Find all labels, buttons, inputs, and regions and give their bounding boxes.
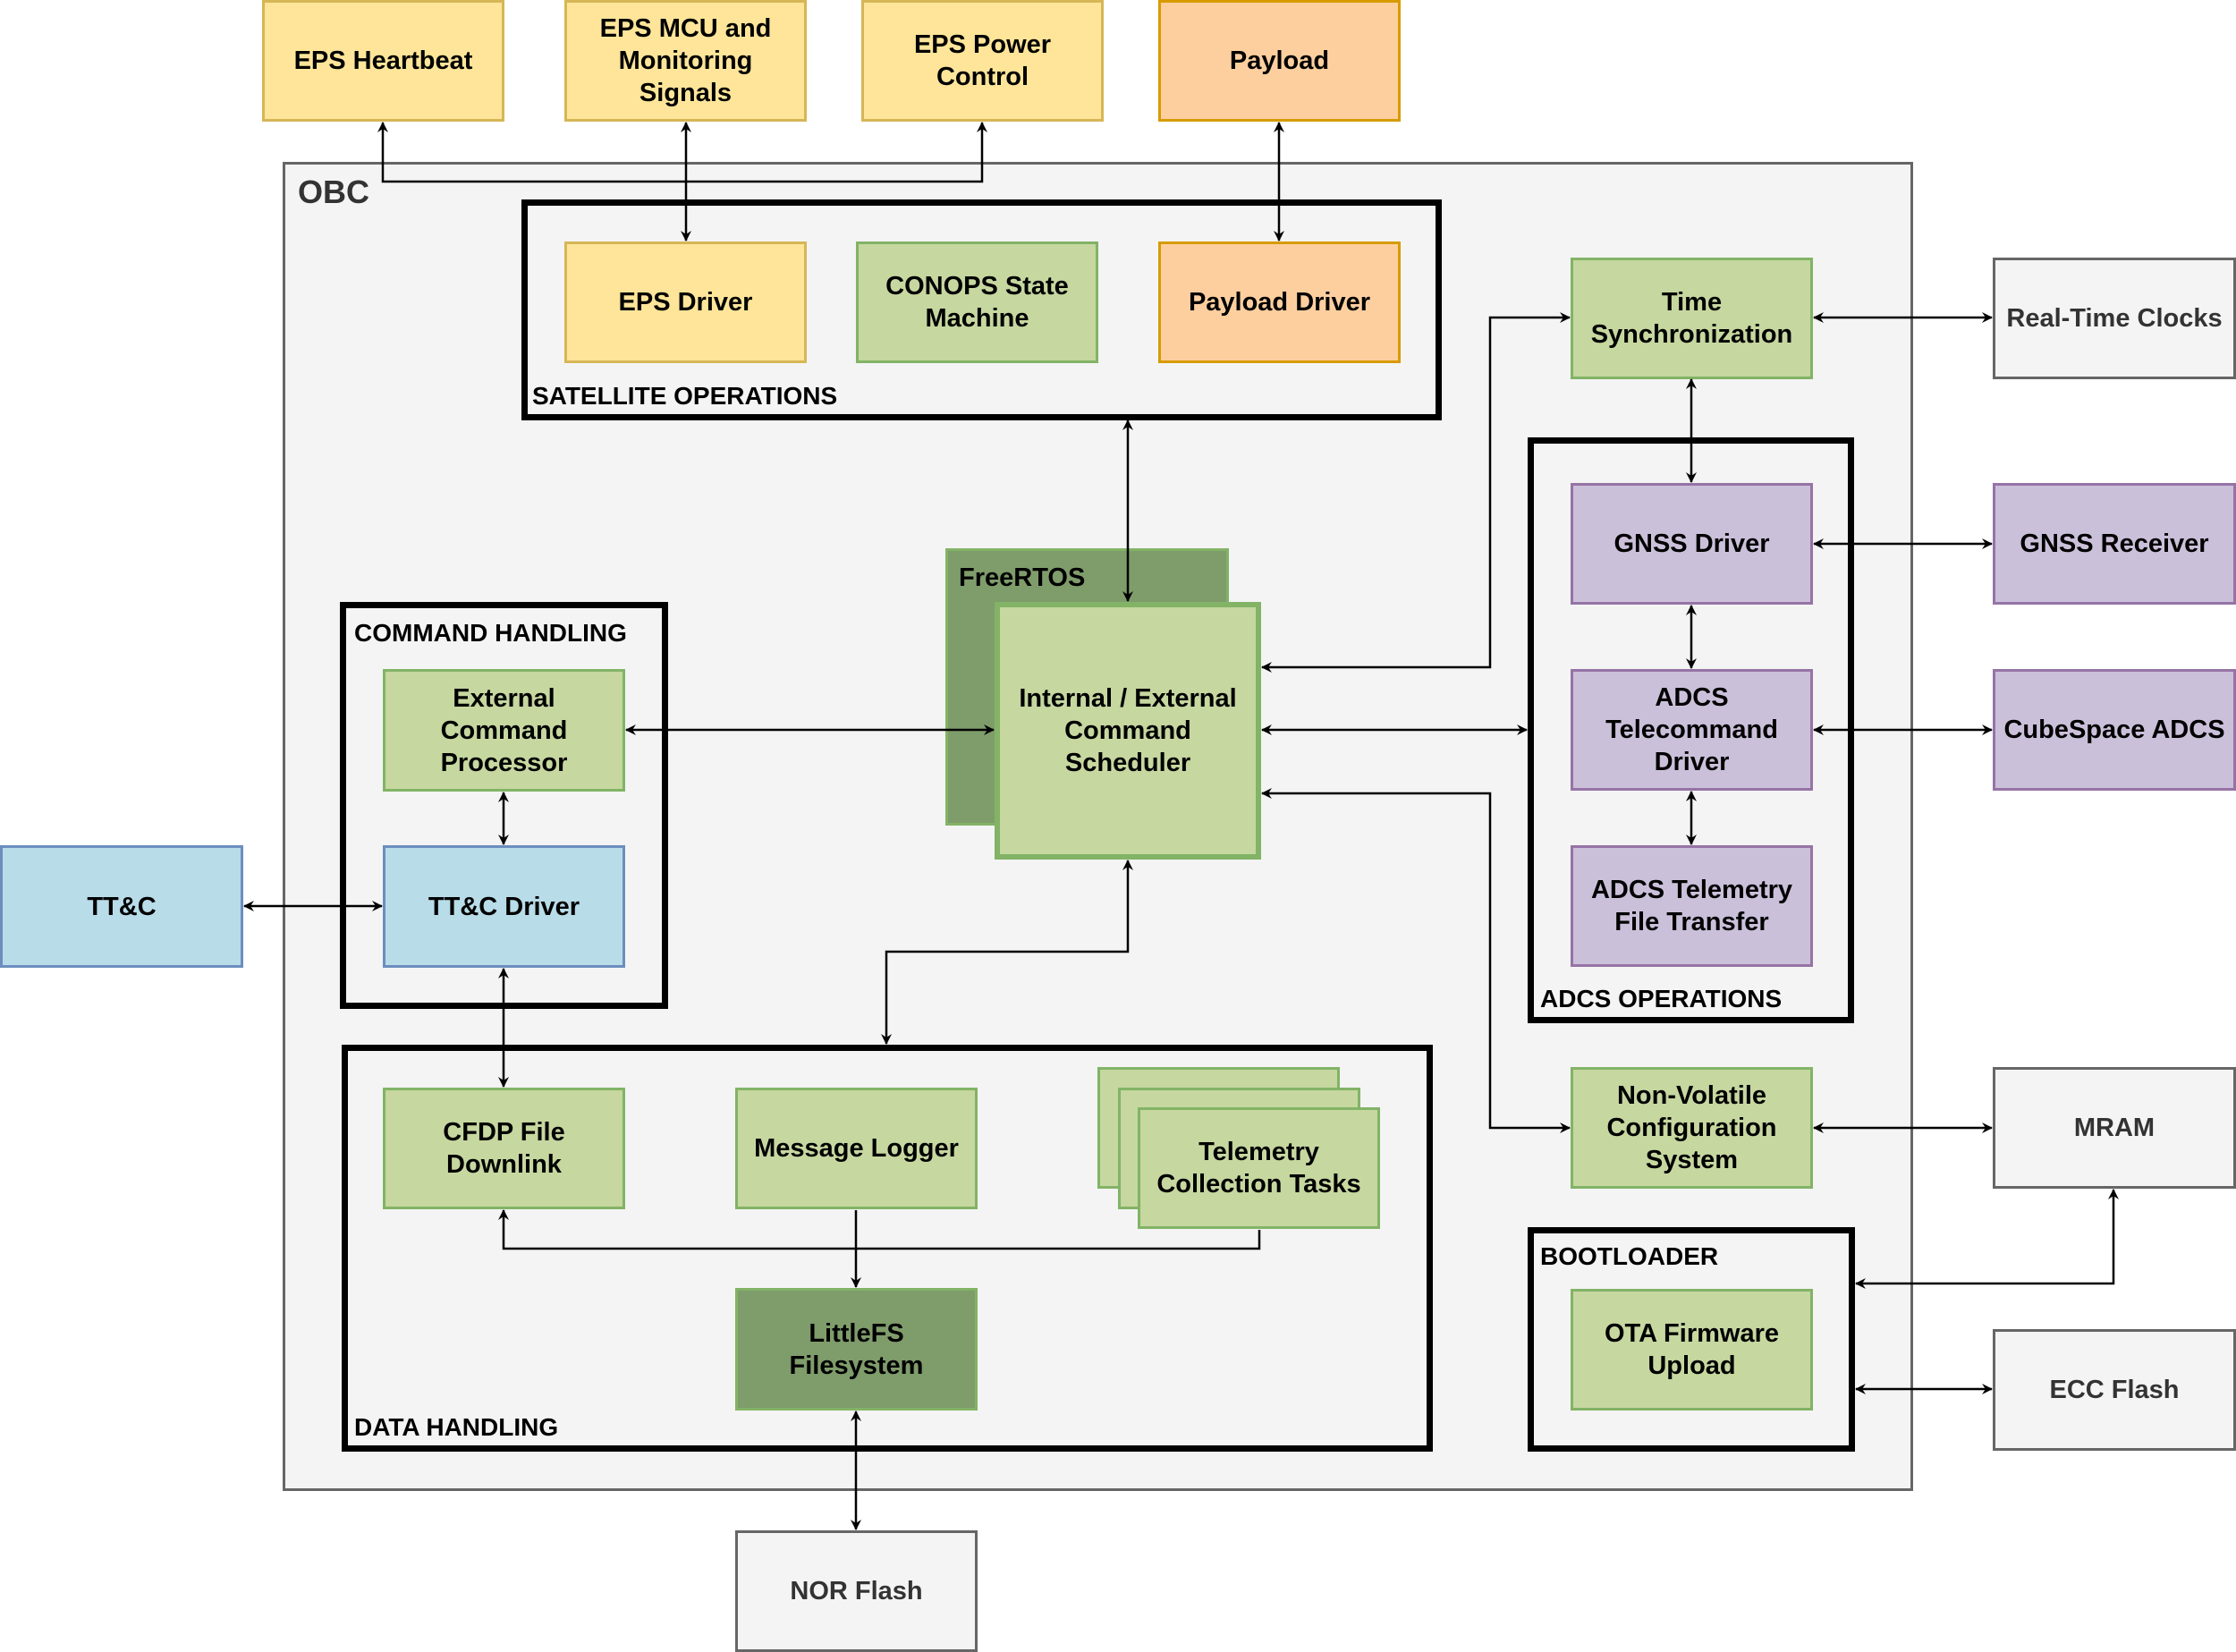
connector-scheduler-datahandling bbox=[881, 860, 1133, 1045]
connector-telemetry-cfdp bbox=[498, 1209, 1261, 1250]
connector-layer bbox=[243, 122, 2119, 1530]
connector-bootloader-mram bbox=[1855, 1189, 2119, 1289]
connector-scheduler-timesync bbox=[1261, 312, 1571, 673]
connector-eps-heartbeat-power bbox=[377, 122, 987, 183]
connector-scheduler-nvcs bbox=[1261, 788, 1571, 1133]
